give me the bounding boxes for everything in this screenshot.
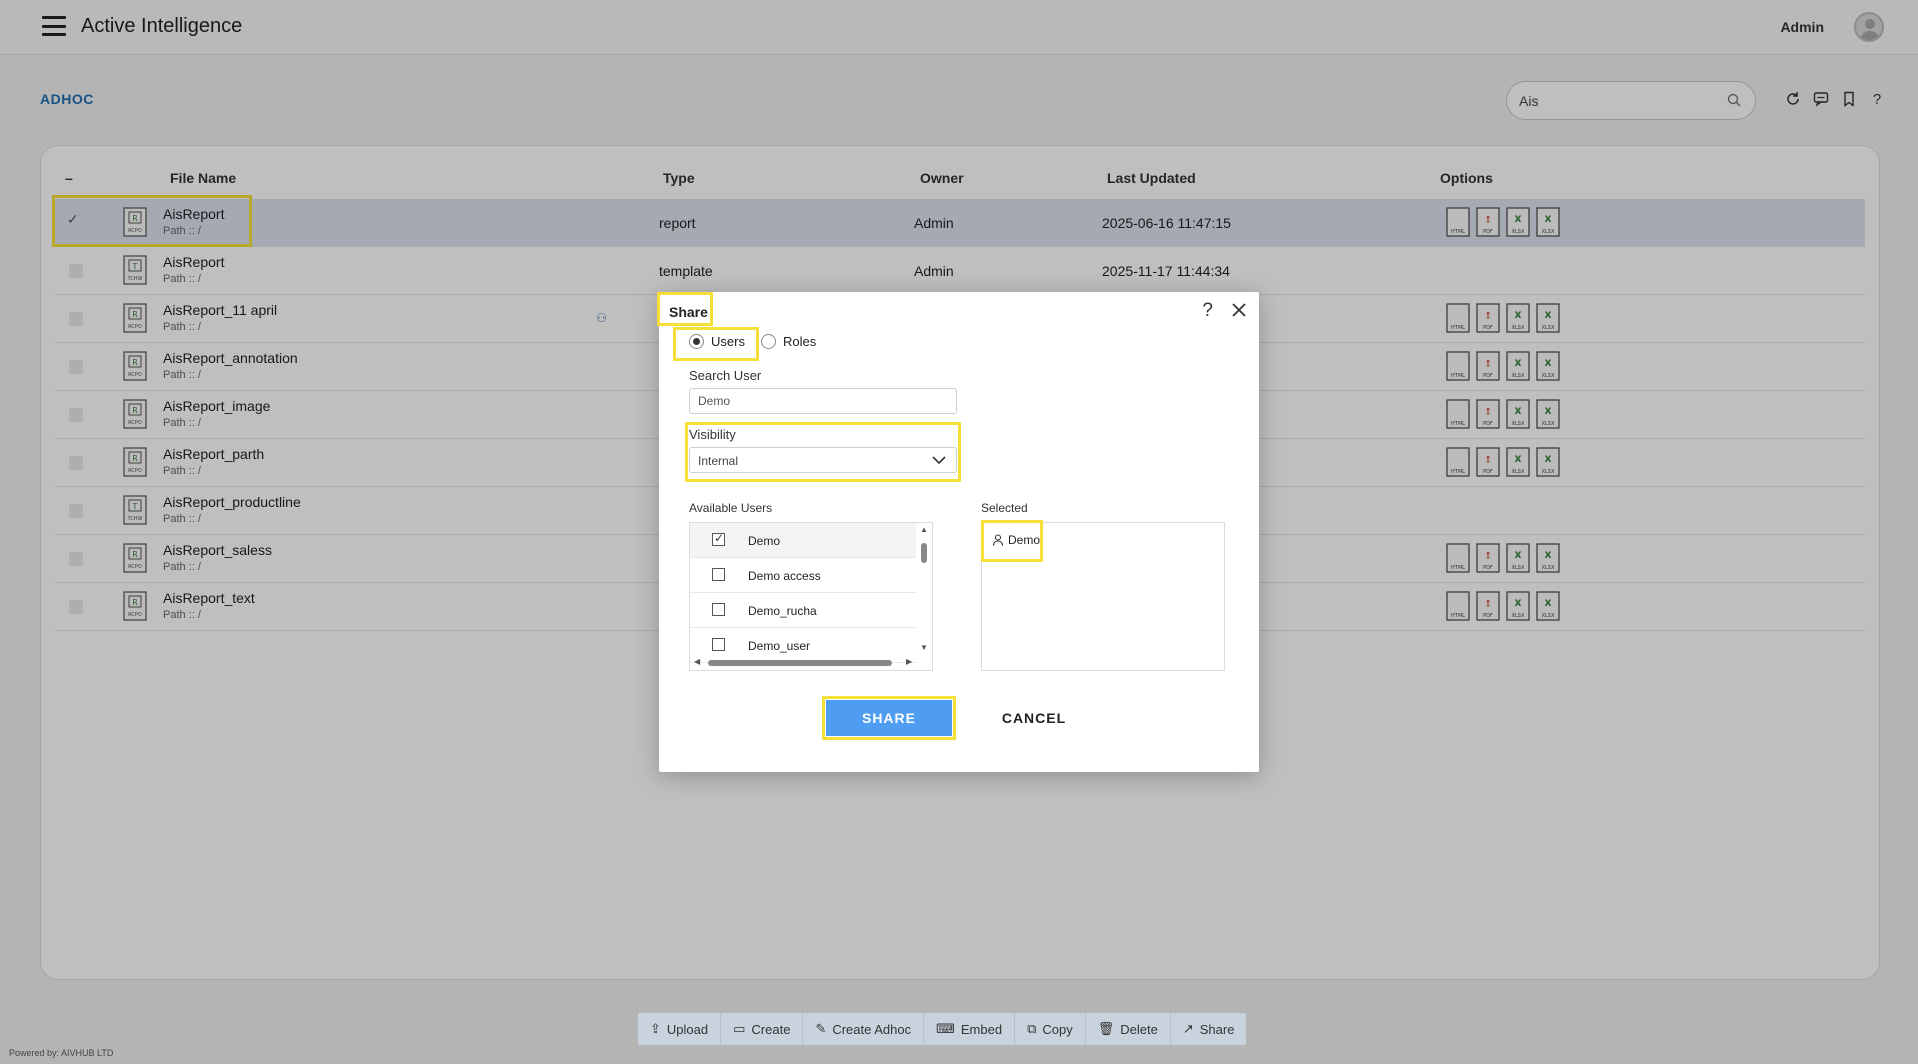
embed-button[interactable]: ⌨ Embed <box>924 1013 1016 1045</box>
available-user-item[interactable]: Demo <box>690 523 916 558</box>
trash-icon: 🗑 <box>1097 1021 1115 1036</box>
available-users-list[interactable]: Demo Demo access Demo_rucha Demo_user ▲ ▼ ◀… <box>689 522 933 671</box>
create-button[interactable]: ▭ Create <box>721 1013 804 1045</box>
cancel-button[interactable]: CANCEL <box>979 700 1089 736</box>
user-name-label: Demo access <box>748 569 821 583</box>
user-icon <box>992 534 1004 546</box>
share-dialog: Share ? Users Roles Search User Visibili… <box>657 292 1259 772</box>
search-user-input[interactable] <box>689 388 957 414</box>
horizontal-scrollbar[interactable]: ◀ ▶ <box>692 656 918 668</box>
available-user-item[interactable]: Demo access <box>690 558 916 593</box>
share-icon: ↗ <box>1182 1021 1194 1036</box>
upload-icon: ⇪ <box>650 1021 661 1036</box>
dialog-title: Share <box>669 304 708 320</box>
radio-roles[interactable]: Roles <box>760 334 816 349</box>
create-adhoc-button[interactable]: ✎ Create Adhoc <box>803 1013 925 1045</box>
question-icon[interactable]: ? <box>1202 300 1213 322</box>
user-checkbox[interactable] <box>712 638 725 651</box>
upload-button[interactable]: ⇪ Upload <box>638 1013 722 1045</box>
copy-icon: ⧉ <box>1027 1021 1037 1036</box>
delete-button[interactable]: 🗑 Delete <box>1086 1013 1171 1045</box>
bottom-toolbar: ⇪ Upload ▭ Create ✎ Create Adhoc ⌨ Embed ⧉ Co… <box>638 1013 1247 1045</box>
vertical-scrollbar[interactable]: ▲ ▼ <box>918 525 930 653</box>
selected-users-list: Demo <box>981 522 1225 671</box>
copy-button[interactable]: ⧉ Copy <box>1015 1013 1086 1045</box>
selected-label: Selected <box>981 501 1028 515</box>
user-name-label: Demo <box>748 534 781 548</box>
visibility-label: Visibility <box>689 427 736 442</box>
user-checkbox[interactable] <box>712 568 725 581</box>
search-user-label: Search User <box>689 368 762 383</box>
visibility-select[interactable]: Internal <box>689 447 957 473</box>
share-type-radio-group: Users Roles <box>689 334 832 349</box>
available-users-label: Available Users <box>689 501 773 515</box>
radio-users[interactable]: Users <box>689 334 745 349</box>
powered-by: Powered by: AIVHUB LTD <box>9 1048 114 1058</box>
share-toolbar-button[interactable]: ↗ Share <box>1171 1013 1247 1045</box>
user-name-label: Demo_rucha <box>748 604 817 618</box>
embed-icon: ⌨ <box>936 1021 955 1036</box>
create-icon: ▭ <box>733 1021 746 1036</box>
user-name-label: Demo_user <box>748 639 811 653</box>
adhoc-icon: ✎ <box>815 1021 827 1036</box>
user-checkbox[interactable] <box>712 603 725 616</box>
share-button[interactable]: SHARE <box>826 700 952 736</box>
close-icon[interactable] <box>1229 300 1249 320</box>
available-user-item[interactable]: Demo_rucha <box>690 593 916 628</box>
selected-user-chip[interactable]: Demo <box>992 533 1040 547</box>
visibility-value: Internal <box>698 454 739 468</box>
user-checkbox[interactable] <box>712 531 725 546</box>
chevron-down-icon <box>932 456 946 465</box>
